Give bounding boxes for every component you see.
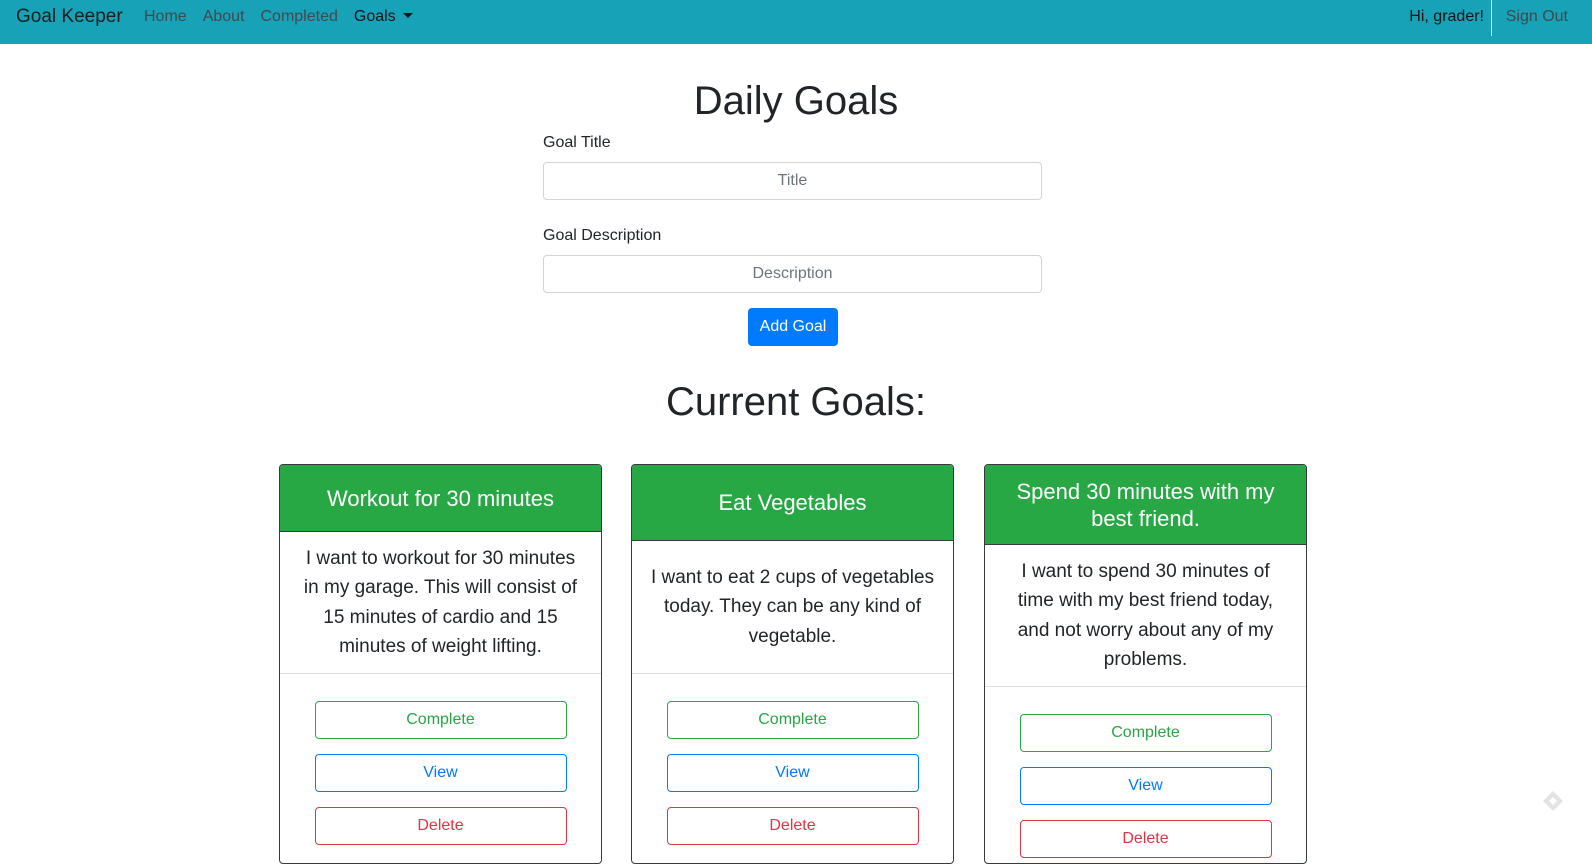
- delete-button[interactable]: Delete: [666, 807, 919, 845]
- goal-card-title: Eat Vegetables: [632, 465, 953, 541]
- nav-links: Home About Completed Goals: [144, 8, 429, 26]
- view-button[interactable]: View: [666, 754, 919, 792]
- nav-goals-label: Goals: [353, 8, 396, 25]
- nav-completed[interactable]: Completed: [261, 8, 338, 26]
- goal-card-title: Spend 30 minutes with my best friend.: [985, 465, 1306, 545]
- add-goal-button[interactable]: Add Goal: [748, 308, 838, 346]
- goal-title-input[interactable]: [543, 162, 1042, 200]
- view-button[interactable]: View: [314, 754, 567, 792]
- current-goals-heading: Current Goals:: [665, 380, 927, 424]
- complete-button[interactable]: Complete: [1019, 714, 1272, 752]
- goal-card-description: I want to spend 30 minutes of time with …: [985, 545, 1306, 687]
- goal-description-label: Goal Description: [543, 227, 662, 244]
- goal-card: Spend 30 minutes with my best friend. I …: [984, 464, 1307, 864]
- goal-card-actions: Complete View Delete: [632, 674, 953, 845]
- goal-card: Workout for 30 minutes I want to workout…: [279, 464, 602, 864]
- nav-home[interactable]: Home: [144, 8, 187, 26]
- goal-card-description: I want to workout for 30 minutes in my g…: [280, 532, 601, 674]
- goal-card-description: I want to eat 2 cups of vegetables today…: [632, 541, 953, 674]
- nav-about[interactable]: About: [203, 8, 245, 26]
- goal-card-actions: Complete View Delete: [280, 674, 601, 845]
- page-title: Daily Goals: [693, 79, 899, 123]
- caret-down-icon: [402, 13, 413, 18]
- delete-button[interactable]: Delete: [1019, 820, 1272, 858]
- view-button[interactable]: View: [1019, 767, 1272, 805]
- goal-card: Eat Vegetables I want to eat 2 cups of v…: [631, 464, 954, 864]
- navbar: Goal Keeper Home About Completed Goals H…: [0, 0, 1592, 44]
- nav-divider: [1491, 0, 1492, 36]
- goal-description-input[interactable]: [543, 255, 1042, 293]
- signout-link[interactable]: Sign Out: [1506, 8, 1568, 26]
- goal-card-title: Workout for 30 minutes: [280, 465, 601, 532]
- user-greeting: Hi, grader!: [1409, 8, 1484, 25]
- complete-button[interactable]: Complete: [314, 701, 567, 739]
- goal-title-label: Goal Title: [543, 134, 611, 151]
- nav-goals-dropdown[interactable]: Goals: [354, 8, 413, 26]
- complete-button[interactable]: Complete: [666, 701, 919, 739]
- goal-card-actions: Complete View Delete: [985, 687, 1306, 858]
- delete-button[interactable]: Delete: [314, 807, 567, 845]
- brand-logo[interactable]: Goal Keeper: [16, 6, 123, 28]
- diamond-tag-icon[interactable]: [1541, 789, 1565, 813]
